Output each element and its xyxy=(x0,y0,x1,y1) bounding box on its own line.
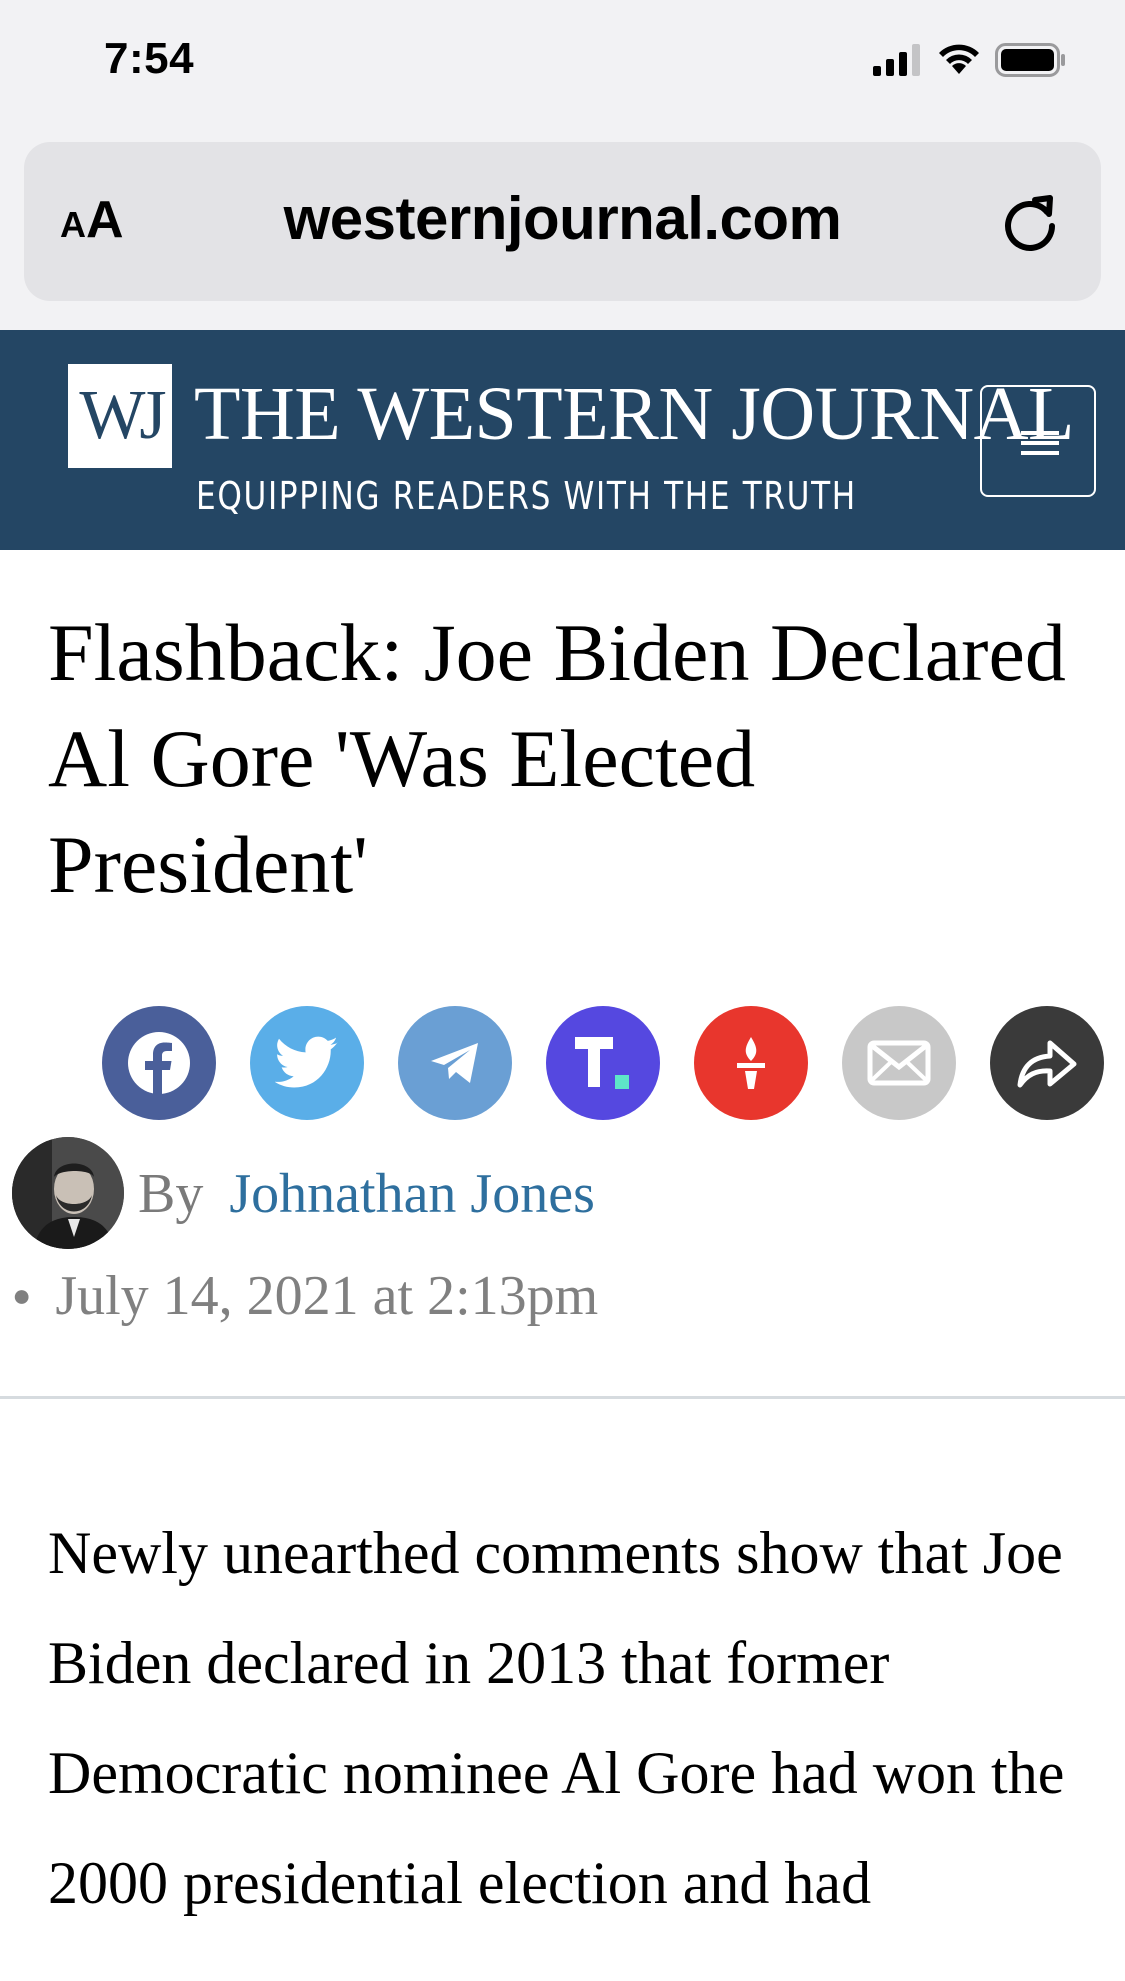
reload-icon[interactable] xyxy=(995,186,1065,256)
author-avatar[interactable] xyxy=(12,1137,124,1249)
author-link[interactable]: Johnathan Jones xyxy=(229,1163,595,1225)
status-time: 7:54 xyxy=(104,34,195,83)
browser-chrome: A A westernjournal.com xyxy=(0,120,1125,330)
battery-icon xyxy=(995,43,1065,77)
aa-small-letter: A xyxy=(60,204,86,245)
article-body: Newly unearthed comments show that Joe B… xyxy=(48,1520,1065,1916)
more-share-button[interactable] xyxy=(990,1006,1104,1120)
status-icons xyxy=(873,42,1067,78)
share-icon xyxy=(1017,1040,1077,1088)
truth-social-icon xyxy=(575,1037,629,1089)
address-bar[interactable]: A A westernjournal.com xyxy=(24,142,1101,301)
byline: By Johnathan Jones xyxy=(138,1162,595,1226)
truth-social-share-button[interactable] xyxy=(546,1006,660,1120)
reader-settings-button[interactable]: A A xyxy=(60,190,124,254)
wifi-icon xyxy=(939,44,979,74)
email-icon xyxy=(867,1040,931,1086)
telegram-share-button[interactable] xyxy=(398,1006,512,1120)
site-tagline: EQUIPPING READERS WITH THE TRUTH xyxy=(196,474,857,518)
url-text[interactable]: westernjournal.com xyxy=(174,184,951,253)
byline-prefix: By xyxy=(138,1163,204,1225)
email-share-button[interactable] xyxy=(842,1006,956,1120)
site-logo[interactable]: WJ xyxy=(68,364,172,468)
aa-big-letter: A xyxy=(86,191,124,249)
site-header: WJ THE WESTERN JOURNAL EQUIPPING READERS… xyxy=(0,330,1125,550)
hamburger-menu-button[interactable] xyxy=(980,385,1096,497)
share-buttons xyxy=(102,1006,1104,1120)
facebook-icon xyxy=(128,1032,190,1096)
telegram-icon xyxy=(431,1043,478,1083)
author-avatar-image xyxy=(12,1137,124,1249)
article-title: Flashback: Joe Biden Declared Al Gore 'W… xyxy=(48,607,1066,910)
twitter-icon xyxy=(275,1036,338,1088)
cellular-signal-icon xyxy=(873,44,920,76)
facebook-share-button[interactable] xyxy=(102,1006,216,1120)
publish-date: ● July 14, 2021 at 2:13pm xyxy=(12,1264,598,1328)
divider xyxy=(0,1396,1125,1399)
status-bar: 7:54 xyxy=(0,0,1125,120)
twitter-share-button[interactable] xyxy=(250,1006,364,1120)
gettr-share-button[interactable] xyxy=(694,1006,808,1120)
gettr-icon xyxy=(737,1037,765,1089)
bullet-dot: ● xyxy=(12,1276,32,1313)
site-title[interactable]: THE WESTERN JOURNAL xyxy=(194,376,1074,452)
publish-date-text: July 14, 2021 at 2:13pm xyxy=(55,1265,599,1327)
